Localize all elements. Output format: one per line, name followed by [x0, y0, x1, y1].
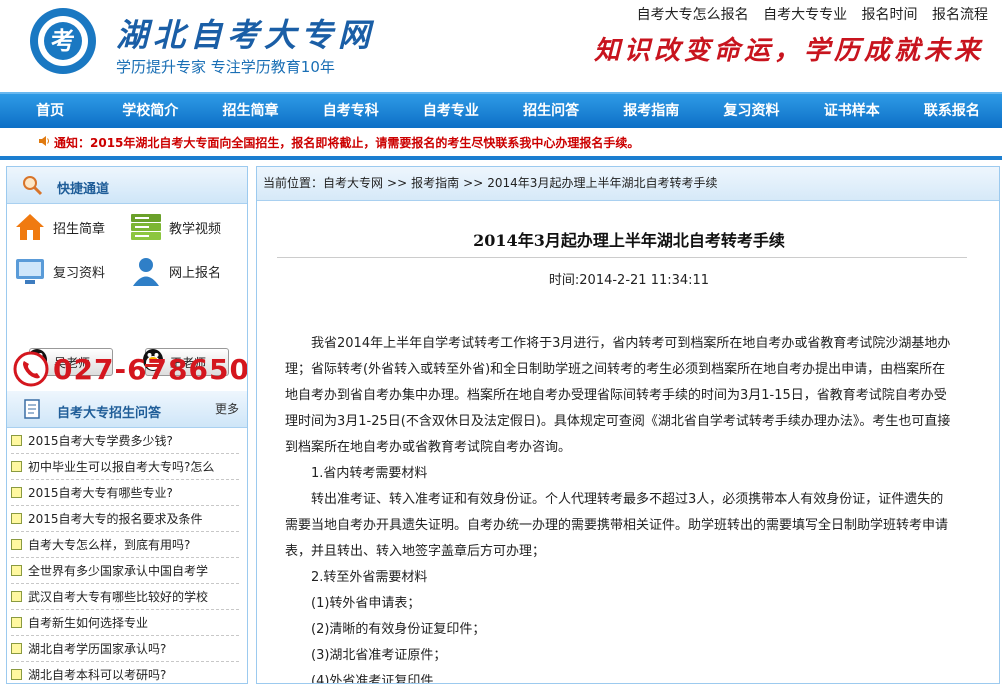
- qa-title: 自考大专招生问答: [57, 406, 162, 421]
- quick-item-review-materials[interactable]: 复习资料: [13, 254, 105, 288]
- top-link-how-to-register[interactable]: 自考大专怎么报名: [637, 7, 749, 23]
- server-icon: [131, 214, 161, 240]
- bullet-icon: [11, 513, 22, 524]
- nav-item-school-intro[interactable]: 学校简介: [100, 94, 200, 128]
- qa-section: 自考大专招生问答 更多 2015自考大专学费多少钱? 初中毕业生可以报自考大专吗…: [7, 391, 247, 683]
- list-item[interactable]: 自考大专怎么样，到底有用吗?: [11, 532, 239, 558]
- article-paragraph: 2.转至外省需要材料: [311, 570, 428, 585]
- top-links: 自考大专怎么报名 自考大专专业 报名时间 报名流程: [627, 4, 988, 24]
- nav-item-exam-guide[interactable]: 报考指南: [601, 94, 701, 128]
- notice-bar: 通知：2015年湖北自考大专面向全国招生，报名即将截止，请需要报名的考生尽快联系…: [0, 128, 1002, 160]
- notice-text[interactable]: 通知：2015年湖北自考大专面向全国招生，报名即将截止，请需要报名的考生尽快联系…: [54, 134, 639, 151]
- bullet-icon: [11, 669, 22, 680]
- breadcrumb-separator: >>: [463, 176, 484, 190]
- top-link-register-process[interactable]: 报名流程: [932, 7, 988, 23]
- user-icon: [133, 258, 159, 286]
- phone-number[interactable]: 027-67865020: [53, 353, 247, 386]
- bullet-icon: [11, 591, 22, 602]
- list-item[interactable]: 2015自考大专有哪些专业?: [11, 480, 239, 506]
- bullet-icon: [11, 565, 22, 576]
- phone-row: 027-67865020: [13, 349, 247, 389]
- list-item[interactable]: 初中毕业生可以报自考大专吗?怎么: [11, 454, 239, 480]
- list-item[interactable]: 武汉自考大专有哪些比较好的学校: [11, 584, 239, 610]
- breadcrumb-item-current[interactable]: 2014年3月起办理上半年湖北自考转考手续: [487, 176, 717, 190]
- quick-item-teaching-video[interactable]: 教学视频: [129, 210, 221, 244]
- article-paragraph: (3)湖北省准考证原件；: [311, 648, 447, 663]
- magnifier-icon: [23, 176, 43, 196]
- bullet-icon: [11, 435, 22, 446]
- article-paragraph: 1.省内转考需要材料: [311, 466, 428, 481]
- list-item[interactable]: 2015自考大专的报名要求及条件: [11, 506, 239, 532]
- nav-item-review-materials[interactable]: 复习资料: [701, 94, 801, 128]
- site-header: 考 湖北自考大专网 学历提升专家 专注学历教育10年 自考大专怎么报名 自考大专…: [0, 0, 1002, 92]
- site-name[interactable]: 湖北自考大专网: [116, 10, 375, 56]
- sidebar: 快捷通道 招生简章 教学视频 复习资料 网上报名 吴老师 王老师 027-678…: [6, 166, 248, 684]
- bullet-icon: [11, 461, 22, 472]
- main-content: 当前位置：自考大专网 >> 报考指南 >> 2014年3月起办理上半年湖北自考转考手续 …: [256, 166, 1000, 684]
- nav-item-admission-guide[interactable]: 招生简章: [200, 94, 300, 128]
- list-item[interactable]: 2015自考大专学费多少钱?: [11, 428, 239, 454]
- nav-item-home[interactable]: 首页: [0, 94, 100, 128]
- article-paragraph: 转出准考证、转入准考证和有效身份证。个人代理转考最多不超过3人，必须携带本人有效…: [285, 492, 949, 559]
- breadcrumb: 当前位置：自考大专网 >> 报考指南 >> 2014年3月起办理上半年湖北自考转考手续: [257, 167, 999, 201]
- qa-list: 2015自考大专学费多少钱? 初中毕业生可以报自考大专吗?怎么 2015自考大专…: [7, 428, 247, 683]
- title-divider: [277, 257, 967, 258]
- monitor-icon: [16, 259, 44, 284]
- bullet-icon: [11, 643, 22, 654]
- breadcrumb-prefix: 当前位置：: [263, 176, 324, 190]
- qa-more-link[interactable]: 更多: [215, 400, 239, 417]
- article-title: 2014年3月起办理上半年湖北自考转考手续: [473, 231, 785, 250]
- house-icon: [16, 214, 44, 240]
- nav-item-admission-qa[interactable]: 招生问答: [501, 94, 601, 128]
- list-item[interactable]: 湖北自考学历国家承认吗?: [11, 636, 239, 662]
- quick-item-admission-guide[interactable]: 招生简章: [13, 210, 105, 244]
- breadcrumb-separator: >>: [387, 176, 408, 190]
- article-time: 时间:2014-2-21 11:34:11: [548, 273, 710, 288]
- quick-item-online-register[interactable]: 网上报名: [129, 254, 221, 288]
- article-paragraph: (1)转外省申请表；: [311, 596, 421, 611]
- qa-header: 自考大专招生问答 更多: [7, 391, 247, 428]
- nav-item-self-study-majors[interactable]: 自考专业: [401, 94, 501, 128]
- list-item[interactable]: 自考新生如何选择专业: [11, 610, 239, 636]
- nav-item-contact-register[interactable]: 联系报名: [902, 94, 1002, 128]
- top-link-register-time[interactable]: 报名时间: [862, 7, 918, 23]
- site-tagline: 学历提升专家 专注学历教育10年: [116, 58, 335, 76]
- bullet-icon: [11, 487, 22, 498]
- article-body: 我省2014年上半年自学考试转考工作将于3月进行，省内转考可到档案所在地自考办或…: [285, 331, 953, 684]
- phone-icon: [13, 351, 49, 387]
- list-item[interactable]: 湖北自考本科可以考研吗?: [11, 662, 239, 683]
- breadcrumb-item-exam-guide[interactable]: 报考指南: [411, 176, 459, 190]
- nav-item-self-study-college[interactable]: 自考专科: [301, 94, 401, 128]
- speaker-icon: [39, 136, 49, 146]
- quick-access-title: 快捷通道: [57, 182, 110, 197]
- nav-item-certificate-samples[interactable]: 证书样本: [802, 94, 902, 128]
- bullet-icon: [11, 617, 22, 628]
- slogan: 知识改变命运，学历成就未来: [593, 36, 984, 66]
- top-link-majors[interactable]: 自考大专专业: [763, 7, 847, 23]
- breadcrumb-item-home[interactable]: 自考大专网: [323, 176, 383, 190]
- main-nav: 首页 学校简介 招生简章 自考专科 自考专业 招生问答 报考指南 复习资料 证书…: [0, 92, 1002, 128]
- article-paragraph: (2)清晰的有效身份证复印件；: [311, 622, 486, 637]
- article-paragraph: (4)外省准考证复印件: [311, 674, 434, 684]
- quick-access-header: 快捷通道: [7, 167, 247, 204]
- logo-char: 考: [44, 22, 82, 60]
- list-item[interactable]: 全世界有多少国家承认中国自考学: [11, 558, 239, 584]
- article-paragraph: 我省2014年上半年自学考试转考工作将于3月进行，省内转考可到档案所在地自考办或…: [285, 336, 951, 455]
- site-logo[interactable]: 考: [30, 8, 96, 74]
- document-icon: [24, 399, 40, 419]
- bullet-icon: [11, 539, 22, 550]
